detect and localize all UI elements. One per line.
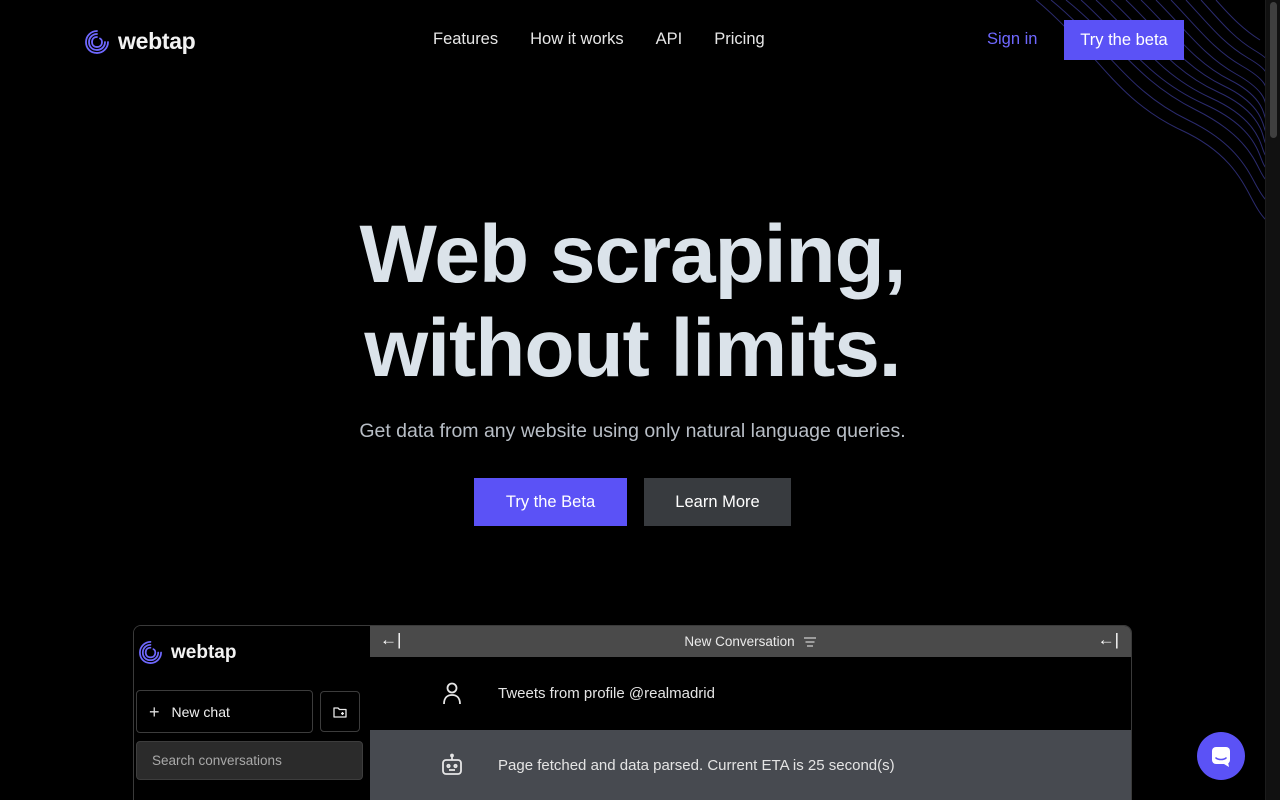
preview-sidebar: webtap + New chat Search conversations <box>134 626 370 800</box>
scrollbar-thumb[interactable] <box>1270 2 1277 138</box>
app-preview: webtap + New chat Search conversations ←… <box>133 625 1132 800</box>
preview-logo-text: webtap <box>171 641 237 663</box>
hero-subtitle: Get data from any website using only nat… <box>359 420 906 442</box>
chat-icon <box>1212 747 1230 767</box>
new-chat-button[interactable]: + New chat <box>136 690 313 733</box>
preview-chat-panel: ←| New Conversation ←| Tweets from profi… <box>370 626 1131 800</box>
nav-link-pricing[interactable]: Pricing <box>714 30 764 49</box>
hero-title-line-1: Web scraping, <box>359 209 907 300</box>
nav-link-features[interactable]: Features <box>433 30 498 49</box>
page-scrollbar[interactable] <box>1265 0 1280 800</box>
robot-icon <box>440 753 464 777</box>
hero-title: Web scraping, without limits. <box>0 208 1265 396</box>
learn-more-button[interactable]: Learn More <box>644 478 791 526</box>
new-folder-button[interactable] <box>320 691 360 732</box>
hero-title-line-2: without limits. <box>364 303 901 394</box>
conversation-header: ←| New Conversation ←| <box>370 626 1131 657</box>
logo-text: webtap <box>118 28 196 54</box>
message-text: Tweets from profile @realmadrid <box>498 685 715 702</box>
chat-launcher-button[interactable] <box>1197 732 1245 780</box>
folder-plus-icon <box>333 706 347 718</box>
webtap-logo-icon <box>85 29 109 54</box>
collapse-panel-icon[interactable]: ←| <box>1098 630 1119 650</box>
conversation-title: New Conversation <box>684 634 795 649</box>
nav-link-api[interactable]: API <box>656 30 683 49</box>
try-beta-nav-button[interactable]: Try the beta <box>1064 20 1184 60</box>
nav-link-how-it-works[interactable]: How it works <box>530 30 624 49</box>
plus-icon: + <box>149 701 160 722</box>
search-conversations-input[interactable]: Search conversations <box>136 741 363 780</box>
logo[interactable]: webtap <box>84 28 196 55</box>
message-row-bot: Page fetched and data parsed. Current ET… <box>370 730 1131 800</box>
sign-in-link[interactable]: Sign in <box>987 30 1037 49</box>
try-beta-button[interactable]: Try the Beta <box>474 478 627 526</box>
user-icon <box>440 682 464 706</box>
top-nav: webtap Features How it works API Pricing… <box>0 0 1265 80</box>
message-text: Page fetched and data parsed. Current ET… <box>498 756 895 774</box>
webtap-logo-icon <box>139 641 162 664</box>
list-icon[interactable] <box>803 636 817 648</box>
message-row-user: Tweets from profile @realmadrid <box>370 657 1131 730</box>
nav-links: Features How it works API Pricing <box>433 30 765 49</box>
preview-logo: webtap <box>138 640 236 665</box>
new-chat-label: New chat <box>171 703 230 720</box>
collapse-sidebar-icon[interactable]: ←| <box>380 630 401 650</box>
